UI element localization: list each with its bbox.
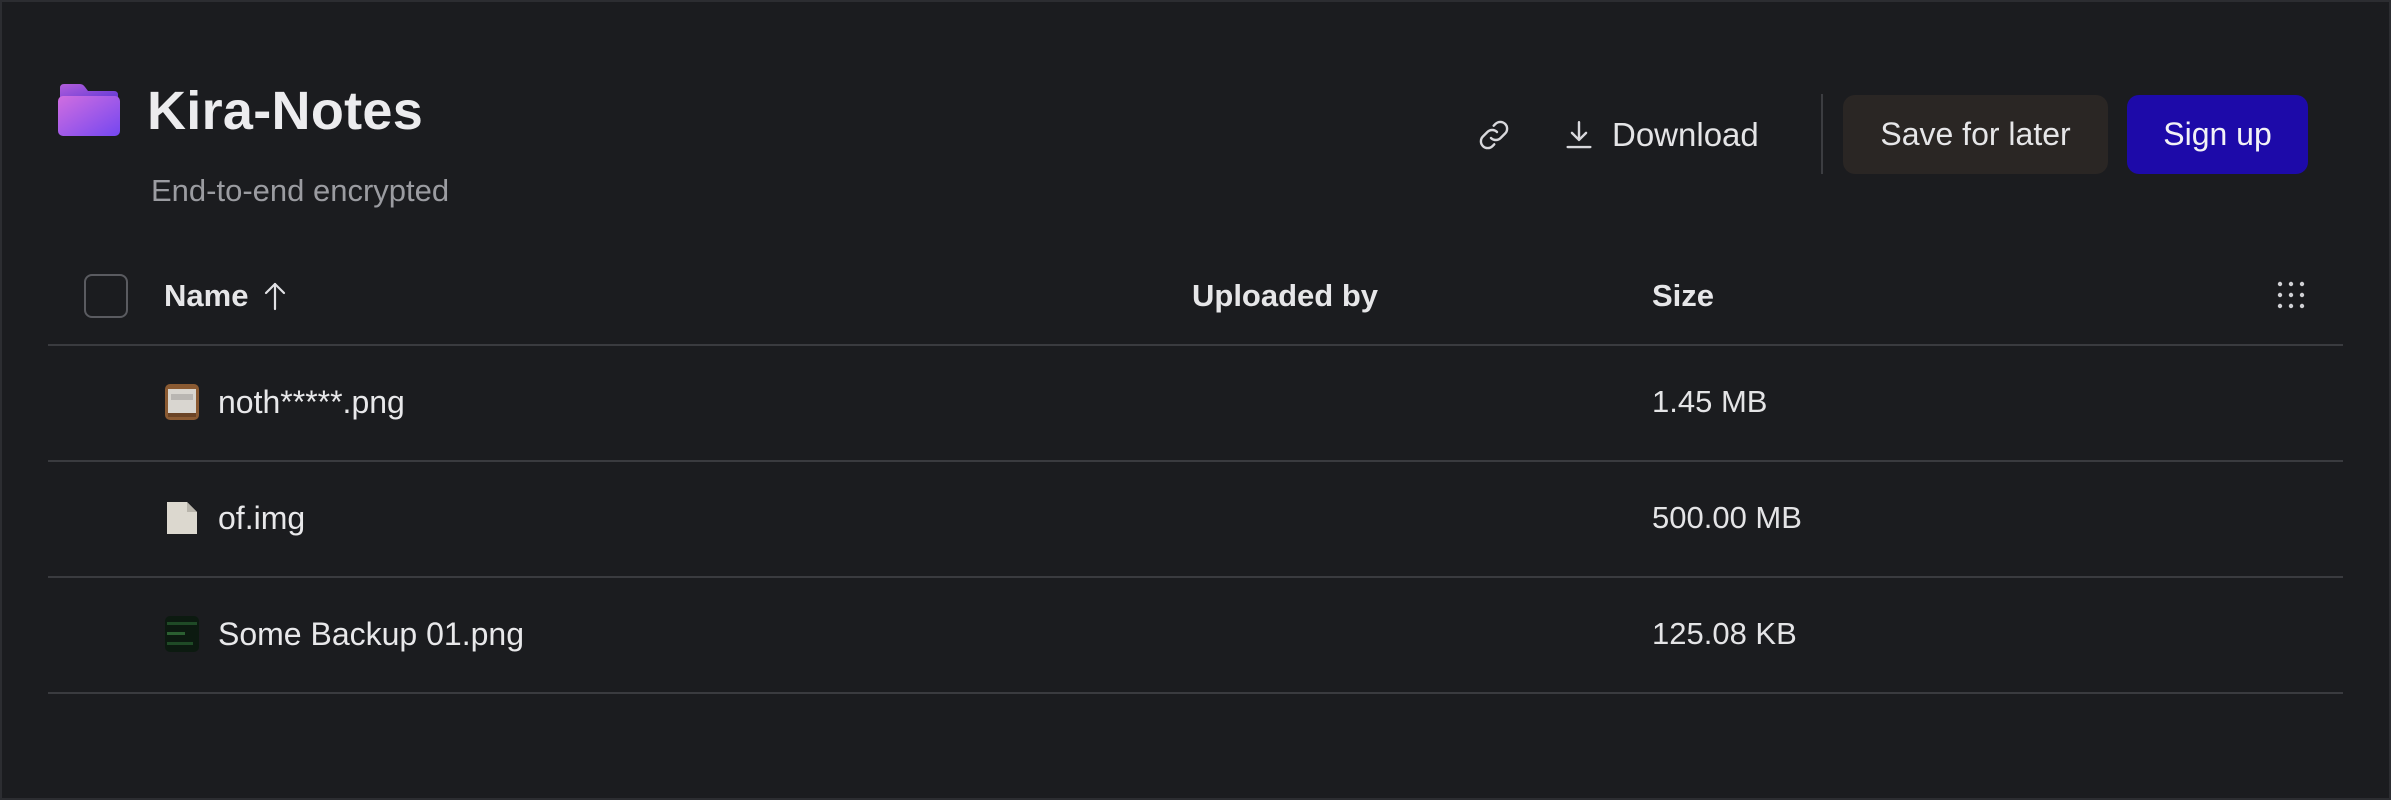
- file-size: 1.45 MB: [1652, 384, 1768, 419]
- column-name-label: Name: [164, 278, 249, 313]
- table-row[interactable]: of.img 500.00 MB: [48, 462, 2343, 578]
- page-title: Kira-Notes: [147, 81, 424, 141]
- app-window: Kira-Notes End-to-end encrypted Download…: [0, 0, 2391, 800]
- sign-up-button[interactable]: Sign up: [2127, 95, 2308, 174]
- table-row[interactable]: Some Backup 01.png 125.08 KB: [48, 578, 2343, 694]
- file-name: of.img: [218, 500, 306, 536]
- copy-link-button[interactable]: [1464, 105, 1524, 165]
- actions-divider: [1821, 94, 1823, 174]
- file-size: 125.08 KB: [1652, 616, 1797, 651]
- table-header: Name Uploaded by Size: [48, 252, 2343, 346]
- column-header-uploaded-by[interactable]: Uploaded by: [1192, 278, 1378, 314]
- file-name: Some Backup 01.png: [218, 616, 524, 652]
- download-button[interactable]: Download: [1562, 102, 1759, 168]
- folder-icon: [58, 84, 120, 136]
- image-thumbnail: [165, 616, 199, 652]
- image-thumbnail: [165, 384, 199, 420]
- grid-view-icon[interactable]: [2276, 280, 2306, 310]
- select-all-checkbox[interactable]: [84, 274, 128, 318]
- file-name: noth*****.png: [218, 384, 405, 420]
- file-table: Name Uploaded by Size noth*****.png 1.45…: [48, 252, 2343, 694]
- file-icon: [167, 502, 197, 534]
- sort-ascending-icon: [265, 282, 286, 311]
- column-header-name[interactable]: Name: [164, 278, 288, 314]
- table-row[interactable]: noth*****.png 1.45 MB: [48, 346, 2343, 462]
- download-icon: [1566, 121, 1592, 149]
- download-label: Download: [1612, 116, 1759, 153]
- encryption-subtitle: End-to-end encrypted: [151, 173, 450, 208]
- folder-header: Kira-Notes End-to-end encrypted Download…: [2, 2, 2391, 242]
- column-header-size[interactable]: Size: [1652, 278, 1714, 314]
- link-icon: [1479, 120, 1509, 150]
- file-size: 500.00 MB: [1652, 500, 1802, 535]
- save-for-later-button[interactable]: Save for later: [1843, 95, 2108, 174]
